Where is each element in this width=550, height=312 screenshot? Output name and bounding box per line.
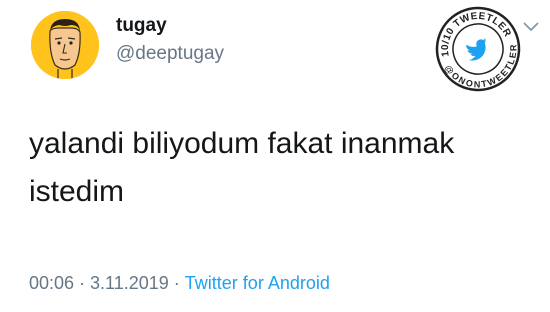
meta-separator: · (79, 273, 86, 293)
meta-separator: · (173, 273, 180, 293)
user-handle[interactable]: @deeptugay (116, 43, 224, 65)
cartoon-face-icon (31, 11, 99, 79)
tweet-date[interactable]: 3.11.2019 (90, 273, 169, 293)
display-name[interactable]: tugay (116, 15, 167, 37)
stamp-badge-icon: 10/10 TWEETLER @ONONTWEETLER (430, 1, 528, 100)
tweet-time[interactable]: 00:06 (29, 273, 74, 293)
tweetler-stamp: 10/10 TWEETLER @ONONTWEETLER (430, 1, 528, 100)
avatar[interactable] (31, 11, 99, 79)
tweet-meta: 00:06 · 3.11.2019 · Twitter for Android (29, 273, 330, 294)
chevron-down-icon[interactable] (522, 20, 540, 32)
tweet-source-link[interactable]: Twitter for Android (185, 273, 330, 293)
tweet-text: yalandi biliyodum fakat inanmak istedim (29, 127, 455, 208)
